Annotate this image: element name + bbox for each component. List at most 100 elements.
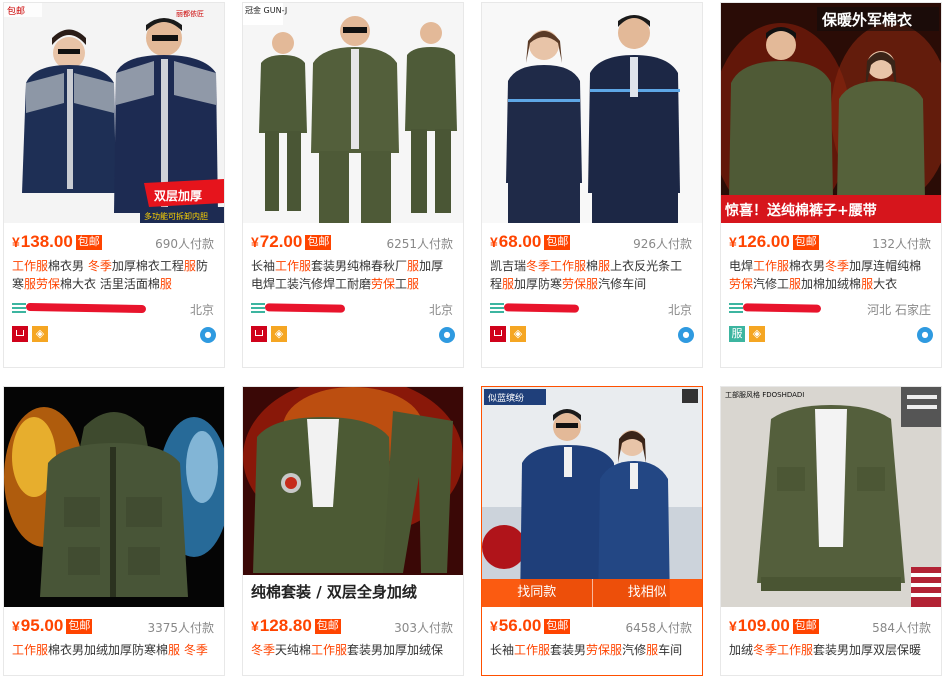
title-keyword-highlight: 工作服: [777, 643, 814, 657]
wangwang-chat-icon[interactable]: ●: [917, 327, 933, 343]
sales-count: 6458人付款: [625, 621, 692, 635]
title-text: 棉衣男加绒加厚防寒棉: [48, 643, 169, 657]
sales-count: 3375人付款: [147, 621, 214, 635]
title-keyword-highlight: 冬季: [825, 259, 850, 273]
product-image[interactable]: 包邮 双层加厚 多功能可拆卸内胆 丽都依匠: [4, 3, 224, 223]
title-keyword-highlight: 冬季: [251, 643, 276, 657]
title-text: 凯吉瑞: [490, 259, 527, 273]
title-keyword-highlight: 劳保服: [586, 643, 623, 657]
product-card[interactable]: 冠金 GUN-J ¥72.00 包邮 6251人付款 长袖工作服套装男纯棉春秋厂服…: [242, 2, 464, 368]
product-card[interactable]: 纯棉套装 / 双层全身加绒 ¥128.80 包邮 303人付款 冬季天纯棉工作服套…: [242, 386, 464, 676]
product-title-link[interactable]: 冬季天纯棉工作服套装男加厚加绒保: [243, 641, 463, 675]
product-card[interactable]: ¥68.00 包邮 926人付款 凯吉瑞冬季工作服棉服上衣反光条工程服加厚防寒劳保…: [481, 2, 703, 368]
product-price: ¥109.00 包邮: [729, 616, 819, 635]
title-text: 棉衣男: [789, 259, 826, 273]
sales-count: 926人付款: [633, 237, 692, 251]
title-keyword-highlight: 服: [407, 277, 420, 291]
title-keyword-highlight: 劳保: [36, 277, 61, 291]
title-text: 长袖: [490, 643, 515, 657]
product-title-link[interactable]: 工作服棉衣男加绒加厚防寒棉服 冬季: [4, 641, 224, 675]
product-card[interactable]: 工部服风格 FDOSHDADI ¥109.00 包邮 584人付款 加绒冬季工作服…: [720, 386, 942, 676]
product-card[interactable]: 保暖外军棉衣 惊喜！送纯棉裤子+腰带 ¥126.00 包邮 132人付款 电焊工作…: [720, 2, 942, 368]
product-photo-army-cotton-coat: 保暖外军棉衣 惊喜！送纯棉裤子+腰带: [721, 3, 941, 223]
sales-count: 584人付款: [872, 621, 931, 635]
wangwang-chat-icon[interactable]: ●: [439, 327, 455, 343]
svg-text:保暖外军棉衣: 保暖外军棉衣: [821, 11, 912, 29]
free-shipping-badge: 包邮: [66, 619, 93, 634]
svg-text:冠金 GUN-J: 冠金 GUN-J: [245, 5, 287, 15]
product-card[interactable]: 似蓝缤纷 找同款 找相似 ¥56.00 包邮 6458人付款 长袖工作服套装男劳保…: [481, 386, 703, 676]
title-keyword-highlight: 服: [598, 259, 611, 273]
svg-text:丽都依匠: 丽都依匠: [176, 9, 204, 18]
product-price: ¥72.00 包邮: [251, 232, 332, 251]
title-text: 汽修: [622, 643, 647, 657]
svg-text:纯棉套装 / 双层全身加绒: 纯棉套装 / 双层全身加绒: [251, 583, 417, 601]
svg-text:多功能可拆卸内胆: 多功能可拆卸内胆: [144, 211, 208, 221]
find-similar-button[interactable]: 找相似: [591, 579, 702, 607]
sales-count: 6251人付款: [386, 237, 453, 251]
product-title-link[interactable]: 长袖工作服套装男纯棉春秋厂服加厚电焊工装汽修焊工耐磨劳保工服: [243, 257, 463, 295]
title-keyword-highlight: 服: [502, 277, 515, 291]
title-keyword-highlight: 工作服: [311, 643, 348, 657]
title-text: 加厚棉衣工程: [111, 259, 184, 273]
product-image[interactable]: 似蓝缤纷 找同款 找相似: [482, 387, 702, 607]
shop-location: 北京: [189, 303, 214, 317]
free-shipping-badge: 包邮: [792, 235, 819, 250]
title-keyword-highlight: 工作服: [275, 259, 312, 273]
free-shipping-badge: 包邮: [314, 619, 341, 634]
product-title-link[interactable]: 电焊工作服棉衣男冬季加厚连帽纯棉劳保汽修工服加棉加绒棉服大衣: [721, 257, 941, 295]
title-keyword-highlight: 服: [407, 259, 420, 273]
gold-seller-icon[interactable]: ◈: [749, 326, 765, 342]
title-keyword-highlight: 工作服: [514, 643, 551, 657]
product-title-link[interactable]: 工作服棉衣男 冬季加厚棉衣工程服防寒服劳保棉大衣 活里活面棉服: [4, 257, 224, 295]
svg-text:包邮: 包邮: [7, 5, 25, 17]
product-title-link[interactable]: 凯吉瑞冬季工作服棉服上衣反光条工程服加厚防寒劳保服汽修车间: [482, 257, 702, 295]
product-photo-cotton-suit-set: 纯棉套装 / 双层全身加绒: [243, 387, 463, 607]
title-text: 天纯棉: [275, 643, 312, 657]
title-keyword-highlight: 冬季: [526, 259, 551, 273]
title-text: 工: [395, 277, 408, 291]
product-image[interactable]: 保暖外军棉衣 惊喜！送纯棉裤子+腰带: [721, 3, 941, 223]
title-keyword-highlight: 工作服: [12, 259, 49, 273]
product-image[interactable]: [482, 3, 702, 223]
product-image[interactable]: 工部服风格 FDOSHDADI: [721, 387, 941, 607]
title-keyword-highlight: 服: [24, 277, 37, 291]
title-keyword-highlight: 劳保: [371, 277, 396, 291]
tmall-icon[interactable]: [12, 326, 28, 342]
title-keyword-highlight: 劳保: [729, 277, 754, 291]
title-keyword-highlight: 服: [168, 643, 181, 657]
find-same-button[interactable]: 找同款: [482, 579, 592, 607]
title-keyword-highlight: 冬季: [180, 643, 208, 657]
product-price: ¥128.80 包邮: [251, 616, 341, 635]
title-keyword-highlight: 服: [646, 643, 659, 657]
product-image[interactable]: 纯棉套装 / 双层全身加绒: [243, 387, 463, 607]
free-shipping-badge: 包邮: [544, 235, 571, 250]
service-icon[interactable]: 服: [729, 326, 745, 342]
shop-icon: [729, 303, 743, 313]
wangwang-chat-icon[interactable]: ●: [200, 327, 216, 343]
tmall-icon[interactable]: [490, 326, 506, 342]
title-text: 套装男纯棉春秋厂: [311, 259, 408, 273]
product-title-link[interactable]: 加绒冬季工作服套装男加厚双层保暖: [721, 641, 941, 675]
product-photo-workwear-navy: 包邮 双层加厚 多功能可拆卸内胆 丽都依匠: [4, 3, 224, 223]
tmall-icon[interactable]: [251, 326, 267, 342]
shop-location: 河北 石家庄: [867, 303, 931, 317]
product-photo-blue-work-suit: 似蓝缤纷: [482, 387, 702, 607]
gold-seller-icon[interactable]: ◈: [271, 326, 287, 342]
gold-seller-icon[interactable]: ◈: [510, 326, 526, 342]
product-image[interactable]: [4, 387, 224, 607]
product-title-link[interactable]: 长袖工作服套装男劳保服汽修服车间: [482, 641, 702, 675]
free-shipping-badge: 包邮: [75, 235, 102, 250]
product-image[interactable]: 冠金 GUN-J: [243, 3, 463, 223]
shop-icon: [251, 303, 265, 313]
wangwang-chat-icon[interactable]: ●: [678, 327, 694, 343]
title-text: 电焊: [729, 259, 754, 273]
title-text: 长袖: [251, 259, 276, 273]
title-keyword-highlight: 工作服: [753, 259, 790, 273]
product-card[interactable]: 包邮 双层加厚 多功能可拆卸内胆 丽都依匠 ¥138.00 包邮 690人付款 工…: [3, 2, 225, 368]
title-keyword-highlight: 冬季: [753, 643, 778, 657]
title-text: 棉: [586, 259, 599, 273]
gold-seller-icon[interactable]: ◈: [32, 326, 48, 342]
product-card[interactable]: ¥95.00 包邮 3375人付款 工作服棉衣男加绒加厚防寒棉服 冬季: [3, 386, 225, 676]
title-keyword-highlight: 服: [183, 259, 196, 273]
